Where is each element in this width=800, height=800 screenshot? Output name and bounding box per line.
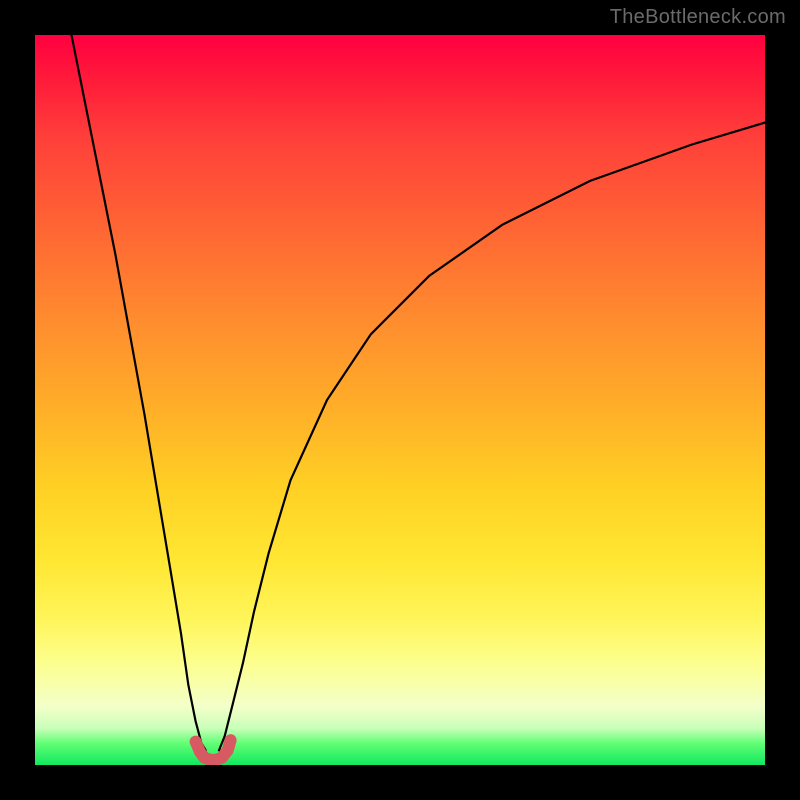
watermark-text: TheBottleneck.com xyxy=(610,6,786,29)
plot-area xyxy=(35,35,765,765)
valley-marker xyxy=(196,740,231,760)
chart-svg xyxy=(35,35,765,765)
curve-right xyxy=(219,123,765,751)
curve-left xyxy=(72,35,206,750)
chart-frame: TheBottleneck.com xyxy=(0,0,800,800)
